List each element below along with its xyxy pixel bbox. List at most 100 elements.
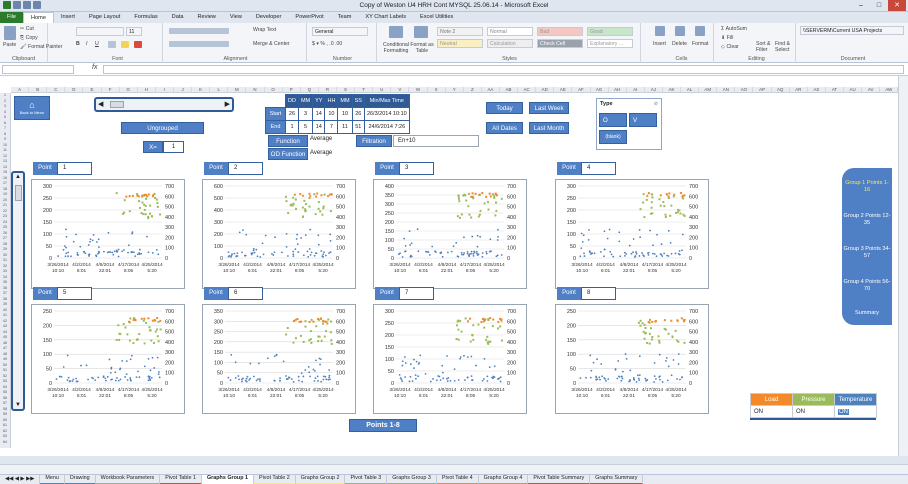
formula-input[interactable] (103, 65, 904, 74)
worksheet-grid[interactable]: ⌂ Back to Menu ◀ ▶ Ungrouped X= 1 DD MM YY… (11, 93, 898, 448)
undo-icon[interactable] (23, 1, 31, 9)
date-scrollbar[interactable]: ◀ ▶ (94, 97, 234, 112)
column-header[interactable]: A (11, 87, 30, 92)
wrap-text-button[interactable]: Wrap Text (253, 27, 276, 33)
merge-center-button[interactable]: Merge & Center (253, 41, 290, 47)
autosum-button[interactable]: Σ AutoSum (721, 26, 747, 32)
point-value[interactable]: 2 (228, 162, 263, 175)
all-dates-button[interactable]: All Dates (486, 122, 523, 134)
sheet-tab-pivot-table-2[interactable]: Pivot Table 2 (254, 475, 296, 484)
type-item-v[interactable]: V (629, 113, 657, 127)
sheet-nav-icons[interactable]: ◀◀ ◀ ▶ ▶▶ (0, 475, 41, 484)
point-chart[interactable]: 300 250 200 150 100 50 0 700 600 500 400 300 200 100 0… (31, 179, 185, 289)
start-value[interactable]: 10 (337, 107, 353, 121)
paste-button[interactable]: Paste (3, 42, 16, 48)
insert-cells-icon[interactable] (655, 26, 665, 36)
column-header[interactable]: AH (609, 87, 627, 92)
column-header[interactable]: AC (518, 87, 537, 92)
last-week-button[interactable]: Last Week (529, 102, 569, 114)
column-header[interactable]: AR (790, 87, 808, 92)
column-header[interactable]: AO (735, 87, 754, 92)
column-header[interactable]: J (174, 87, 193, 92)
format-button[interactable]: Format (692, 41, 708, 47)
column-header[interactable]: AV (862, 87, 881, 92)
delete-cells-icon[interactable] (675, 26, 685, 36)
column-header[interactable]: G (120, 87, 138, 92)
vertical-chart-scrollbar[interactable]: ▲ ▼ (11, 171, 25, 411)
point-value[interactable]: 8 (581, 287, 616, 300)
load-toggle[interactable]: ON (750, 405, 793, 418)
column-header[interactable]: I (156, 87, 174, 92)
column-header[interactable]: AW (880, 87, 899, 92)
last-month-button[interactable]: Last Month (529, 122, 569, 134)
start-value[interactable]: 10 (324, 107, 339, 121)
conditional-formatting-button[interactable]: Conditional Formatting (381, 42, 411, 54)
end-value[interactable]: 11 (337, 120, 353, 134)
sheet-tab-graphs-group-3[interactable]: Graphs Group 3 (387, 475, 437, 484)
tab-insert[interactable]: Insert (54, 12, 82, 23)
format-painter-button[interactable]: 🖌 Format Painter (20, 44, 62, 50)
number-format-select[interactable]: General (312, 27, 368, 36)
pressure-toggle[interactable]: ON (792, 405, 835, 418)
tab-file[interactable]: File (0, 12, 24, 23)
tab-data[interactable]: Data (165, 12, 191, 23)
bold-button[interactable]: B (76, 41, 80, 47)
format-as-table-icon[interactable] (414, 26, 428, 38)
style-good[interactable]: Good (587, 27, 633, 36)
end-value[interactable]: 51 (351, 120, 365, 134)
tab-formulas[interactable]: Formulas (127, 12, 164, 23)
end-value[interactable]: 5 (297, 120, 314, 134)
style-explanatory[interactable]: Explanatory ... (587, 39, 633, 48)
filter-icon[interactable]: ⊘ (654, 101, 658, 107)
sheet-tab-pivot-table-1[interactable]: Pivot Table 1 (160, 475, 202, 484)
sheet-tab-graphs-group-2[interactable]: Graphs Group 2 (295, 475, 346, 484)
column-header[interactable]: H (138, 87, 156, 92)
font-color-icon[interactable] (134, 41, 142, 48)
column-header[interactable]: AB (500, 87, 519, 92)
column-header[interactable]: O (265, 87, 283, 92)
points-group-button[interactable]: Points 1-8 (349, 419, 417, 432)
point-chart[interactable]: 250 200 150 100 50 0 700 600 500 400 300 200 100 0 3/2… (31, 304, 185, 414)
scroll-thumb[interactable] (110, 101, 124, 108)
column-header[interactable]: AM (699, 87, 718, 92)
start-value[interactable]: 14 (312, 107, 326, 121)
start-value[interactable]: 26 (285, 107, 299, 121)
end-value[interactable]: 7 (324, 120, 339, 134)
end-value[interactable]: 14 (312, 120, 326, 134)
column-header[interactable]: AG (591, 87, 609, 92)
type-item-o[interactable]: O (599, 113, 627, 127)
format-as-table-button[interactable]: Format as Table (410, 42, 434, 54)
scroll-down-icon[interactable]: ▼ (15, 402, 21, 408)
column-header[interactable]: W (409, 87, 428, 92)
sheet-tab-pivot-table-3[interactable]: Pivot Table 3 (345, 475, 388, 484)
sheet-tab-drawing[interactable]: Drawing (64, 475, 96, 484)
point-chart[interactable]: 400 350 300 250 200 150 100 50 0 700 600 500 400 300 2… (373, 179, 527, 289)
column-header[interactable]: AP (753, 87, 772, 92)
point-value[interactable]: 7 (399, 287, 434, 300)
column-header[interactable]: Q (301, 87, 319, 92)
tab-xy-chart-labels[interactable]: XY Chart Labels (358, 12, 413, 23)
scroll-left-icon[interactable]: ◀ (98, 100, 103, 108)
column-header[interactable]: AJ (645, 87, 663, 92)
sheet-tab-menu[interactable]: Menu (40, 475, 65, 484)
number-format-buttons[interactable]: $ ▾ % , .0 .00 (312, 41, 342, 47)
column-header[interactable]: P (283, 87, 301, 92)
column-header[interactable]: S (337, 87, 356, 92)
column-header[interactable]: V (391, 87, 410, 92)
sheet-vertical-scrollbar[interactable] (898, 76, 908, 456)
column-header[interactable]: AU (844, 87, 863, 92)
column-header[interactable]: B (29, 87, 48, 92)
column-header[interactable]: AE (554, 87, 573, 92)
ungrouped-button[interactable]: Ungrouped (121, 122, 204, 134)
column-header[interactable]: C (47, 87, 66, 92)
start-value[interactable]: 26 (351, 107, 365, 121)
group-4-button[interactable]: Group 4 Points 56-70 (842, 279, 892, 293)
style-calculation[interactable]: Calculation (487, 39, 533, 48)
group-1-button[interactable]: Group 1 Points 1-16 (842, 180, 892, 194)
summary-button[interactable]: Summary (842, 310, 892, 317)
group-2-button[interactable]: Group 2 Points 12-35 (842, 213, 892, 227)
style-normal[interactable]: Normal (487, 27, 533, 36)
point-chart[interactable]: 300 250 200 150 100 50 0 700 600 500 400 300 200 100 0… (373, 304, 527, 414)
tab-developer[interactable]: Developer (249, 12, 289, 23)
conditional-formatting-icon[interactable] (389, 26, 403, 38)
